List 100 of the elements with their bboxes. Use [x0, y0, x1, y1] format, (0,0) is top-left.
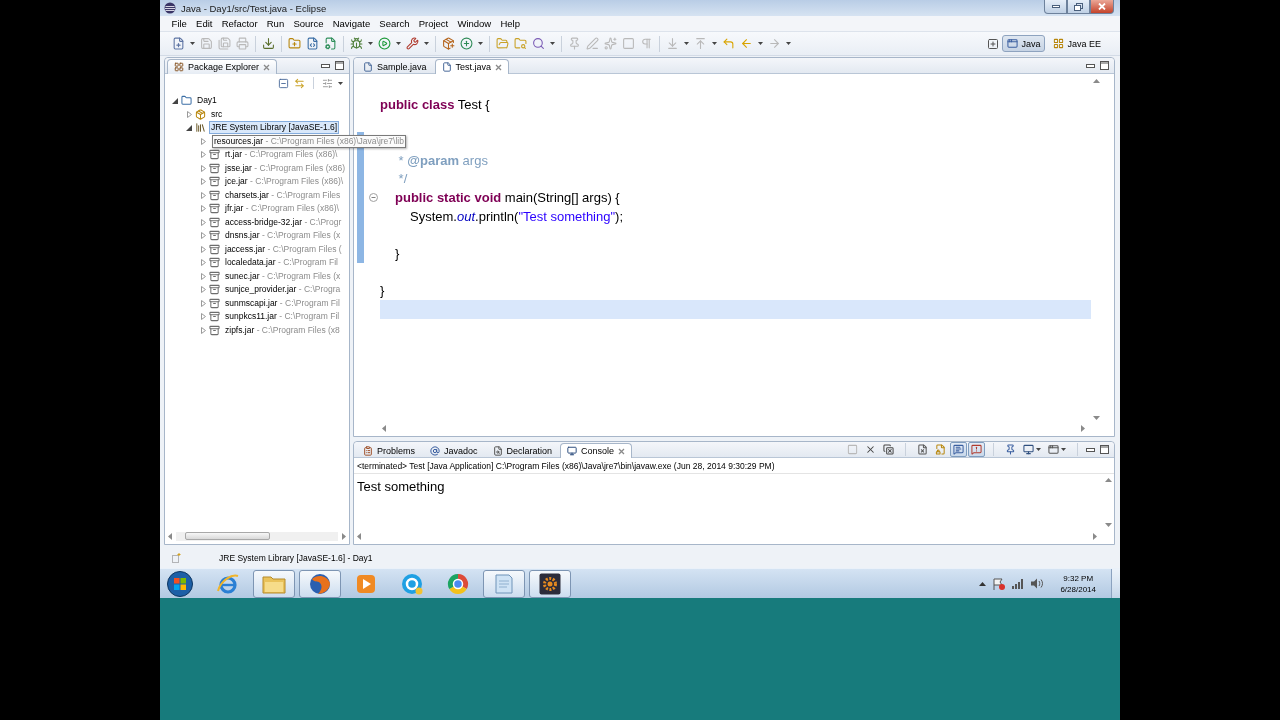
collapsed-arrow-icon[interactable]: [200, 137, 206, 145]
expanded-arrow-icon[interactable]: [172, 97, 178, 104]
arrows-icon[interactable]: [294, 77, 305, 89]
wrench-icon[interactable]: [406, 37, 419, 50]
caret-icon[interactable]: [424, 42, 429, 45]
toolbar-button[interactable]: [1045, 442, 1069, 457]
menu-item[interactable]: Help: [495, 18, 525, 29]
caret-icon[interactable]: [786, 42, 791, 45]
tree-item[interactable]: jce.jar - C:\Program Files (x86)\: [223, 175, 346, 189]
left-arrow-icon[interactable]: [168, 532, 172, 540]
download-icon[interactable]: [262, 37, 275, 50]
bug-icon[interactable]: [350, 37, 363, 50]
tree-item[interactable]: Day1: [195, 94, 219, 108]
tree-item[interactable]: charsets.jar - C:\Program Files: [223, 188, 343, 202]
code-file-icon[interactable]: [306, 37, 319, 50]
restore-button[interactable]: [1067, 0, 1090, 14]
tree-item[interactable]: sunec.jar - C:\Program Files (x: [223, 269, 343, 283]
corner-arrow-icon[interactable]: [722, 37, 735, 50]
down-arrow-icon[interactable]: [1105, 523, 1112, 527]
speaker-icon[interactable]: [1031, 578, 1044, 589]
tree-item[interactable]: access-bridge-32.jar - C:\Progr: [223, 215, 344, 229]
collapsed-arrow-icon[interactable]: [186, 110, 192, 118]
collapsed-arrow-icon[interactable]: [200, 313, 206, 321]
caret-icon[interactable]: [368, 42, 373, 45]
flag-icon[interactable]: [993, 577, 1006, 590]
caret-icon[interactable]: [190, 42, 195, 45]
folder-search-icon[interactable]: [514, 37, 527, 50]
tab[interactable]: Sample.java: [356, 59, 434, 74]
tree-item[interactable]: jaccess.jar - C:\Program Files (: [223, 242, 344, 256]
menu-item[interactable]: Navigate: [328, 18, 375, 29]
up-arrow-icon[interactable]: [1105, 478, 1112, 482]
dotted-square-icon[interactable]: [172, 553, 181, 563]
file-gear-icon[interactable]: [324, 37, 337, 50]
right-arrow-icon[interactable]: [1093, 532, 1097, 540]
tree-item[interactable]: dnsns.jar - C:\Program Files (x: [223, 229, 343, 243]
tree-item[interactable]: localedata.jar - C:\Program Fil: [223, 256, 340, 270]
perspective-button[interactable]: Java: [1002, 35, 1046, 52]
tree-item[interactable]: resources.jar - C:\Program Files (x86)\Java\jre7\lib: [212, 134, 406, 148]
close-icon[interactable]: [618, 447, 626, 455]
tab[interactable]: Console: [560, 443, 633, 458]
package-plus-icon[interactable]: [442, 37, 455, 50]
toolbar-button[interactable]: [1020, 442, 1044, 457]
circle-plus-icon[interactable]: [460, 37, 473, 50]
expanded-arrow-icon[interactable]: [186, 124, 192, 131]
tab[interactable]: Declaration: [485, 443, 560, 458]
down-arrow-icon[interactable]: [1093, 416, 1100, 420]
minimize-button[interactable]: [1044, 0, 1067, 14]
caret-icon[interactable]: [550, 42, 555, 45]
right-arrow-icon[interactable]: [1081, 424, 1085, 432]
left-arrow-icon[interactable]: [357, 532, 361, 540]
taskbar-button[interactable]: [299, 569, 341, 598]
caret-icon[interactable]: [684, 42, 689, 45]
tree-item[interactable]: zipfs.jar - C:\Program Files (x8: [223, 323, 342, 337]
window-plus-icon[interactable]: [987, 37, 1000, 50]
tree-item[interactable]: jsse.jar - C:\Program Files (x86): [223, 161, 347, 175]
collapsed-arrow-icon[interactable]: [200, 272, 206, 280]
collapsed-arrow-icon[interactable]: [200, 326, 206, 334]
folder-plus-icon[interactable]: [288, 37, 301, 50]
menu-item[interactable]: Window: [452, 18, 496, 29]
view-tab[interactable]: Package Explorer: [167, 59, 278, 74]
sliders-icon[interactable]: [322, 77, 333, 89]
tab[interactable]: Javadoc: [423, 443, 485, 458]
caret-icon[interactable]: [979, 581, 987, 586]
up-arrow-icon[interactable]: [1093, 79, 1100, 83]
tab[interactable]: Problems: [356, 443, 422, 458]
collapsed-arrow-icon[interactable]: [200, 299, 206, 307]
right-arrow-icon[interactable]: [342, 532, 346, 540]
perspective-button[interactable]: Java EE: [1048, 35, 1106, 52]
collapsed-arrow-icon[interactable]: [200, 151, 206, 159]
menu-item[interactable]: Project: [414, 18, 453, 29]
file-plus-icon[interactable]: [172, 37, 185, 50]
collapsed-arrow-icon[interactable]: [200, 232, 206, 240]
caret-icon[interactable]: [396, 42, 401, 45]
collapsed-arrow-icon[interactable]: [200, 191, 206, 199]
maximize-icon[interactable]: [1100, 445, 1109, 454]
collapsed-arrow-icon[interactable]: [200, 245, 206, 253]
arrow-left-icon[interactable]: [740, 37, 753, 50]
caret-icon[interactable]: [712, 42, 717, 45]
minimize-icon[interactable]: [1086, 447, 1095, 452]
tree-item[interactable]: JRE System Library [JavaSE-1.6]: [209, 121, 340, 135]
close-button[interactable]: [1090, 0, 1114, 14]
tree-item[interactable]: sunjce_provider.jar - C:\Progra: [223, 283, 343, 297]
minus-circle-icon[interactable]: [368, 192, 378, 202]
tree-item[interactable]: sunmscapi.jar - C:\Program Fil: [223, 296, 342, 310]
collapsed-arrow-icon[interactable]: [200, 205, 206, 213]
menu-item[interactable]: File: [167, 18, 192, 29]
collapsed-arrow-icon[interactable]: [200, 286, 206, 294]
caret-icon[interactable]: [758, 42, 763, 45]
taskbar-button[interactable]: [529, 569, 571, 598]
close-icon[interactable]: [495, 63, 503, 71]
signal-icon[interactable]: [1012, 578, 1025, 589]
maximize-icon[interactable]: [335, 61, 344, 70]
minimize-icon[interactable]: [1086, 63, 1095, 68]
square-minus-icon[interactable]: [278, 77, 289, 89]
collapsed-arrow-icon[interactable]: [200, 259, 206, 267]
caret-icon[interactable]: [338, 81, 343, 85]
minimize-icon[interactable]: [321, 63, 330, 68]
collapsed-arrow-icon[interactable]: [200, 218, 206, 226]
play-icon[interactable]: [378, 37, 391, 50]
collapsed-arrow-icon[interactable]: [200, 178, 206, 186]
